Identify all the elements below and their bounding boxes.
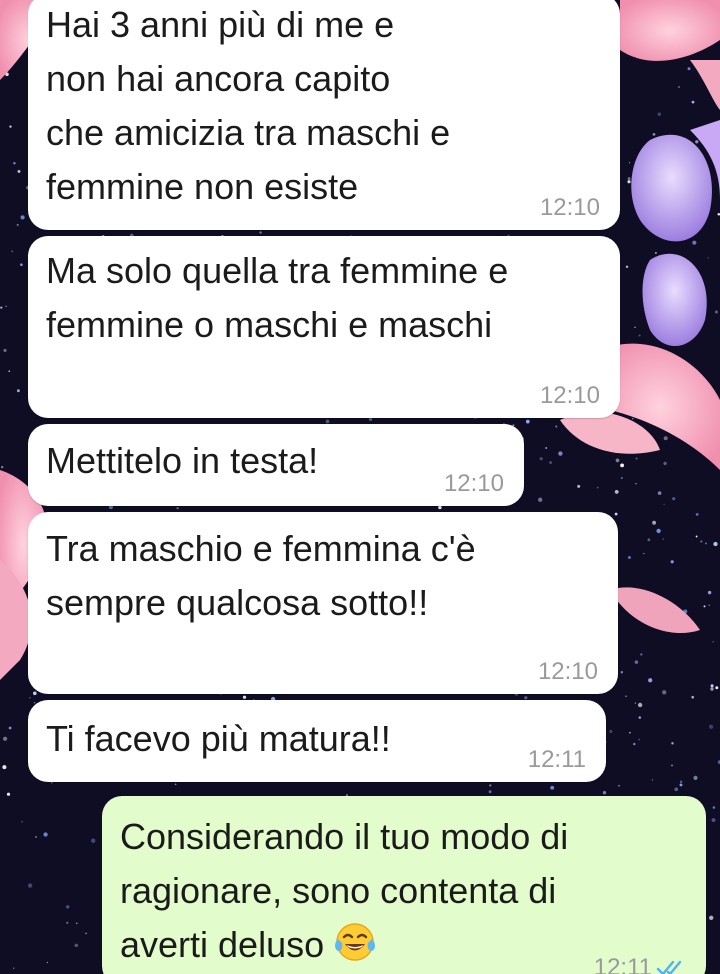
- message-bubble-incoming[interactable]: Hai 3 anni più di me e non hai ancora ca…: [28, 0, 620, 230]
- double-check-read-icon: [656, 960, 682, 974]
- message-time: 12:10: [537, 658, 598, 685]
- message-bubble-incoming[interactable]: Tra maschio e femmina c'è sempre qualcos…: [28, 512, 618, 694]
- message-text: Hai 3 anni più di me e non hai ancora ca…: [46, 4, 451, 207]
- message-bubble-incoming[interactable]: Ma solo quella tra femmine e femmine o m…: [28, 236, 620, 418]
- message-text: Ti facevo più matura!!: [46, 718, 391, 759]
- message-time: 12:10: [539, 194, 600, 221]
- message-text: Mettitelo in testa!: [46, 440, 319, 481]
- message-time: 12:11: [527, 746, 586, 773]
- message-bubble-incoming[interactable]: Ti facevo più matura!! 12:11: [28, 700, 606, 782]
- message-bubble-incoming[interactable]: Mettitelo in testa! 12:10: [28, 424, 524, 506]
- message-time: 12:10: [443, 470, 504, 497]
- message-bubble-outgoing[interactable]: Considerando il tuo modo di ragionare, s…: [102, 796, 706, 974]
- message-text: Tra maschio e femmina c'è sempre qualcos…: [46, 528, 476, 623]
- message-time: 12:11: [593, 954, 652, 974]
- message-text: Considerando il tuo modo di ragionare, s…: [120, 796, 688, 972]
- message-text: Ma solo quella tra femmine e femmine o m…: [46, 250, 509, 345]
- message-time: 12:10: [539, 382, 600, 409]
- tears-of-joy-emoji: [334, 921, 376, 963]
